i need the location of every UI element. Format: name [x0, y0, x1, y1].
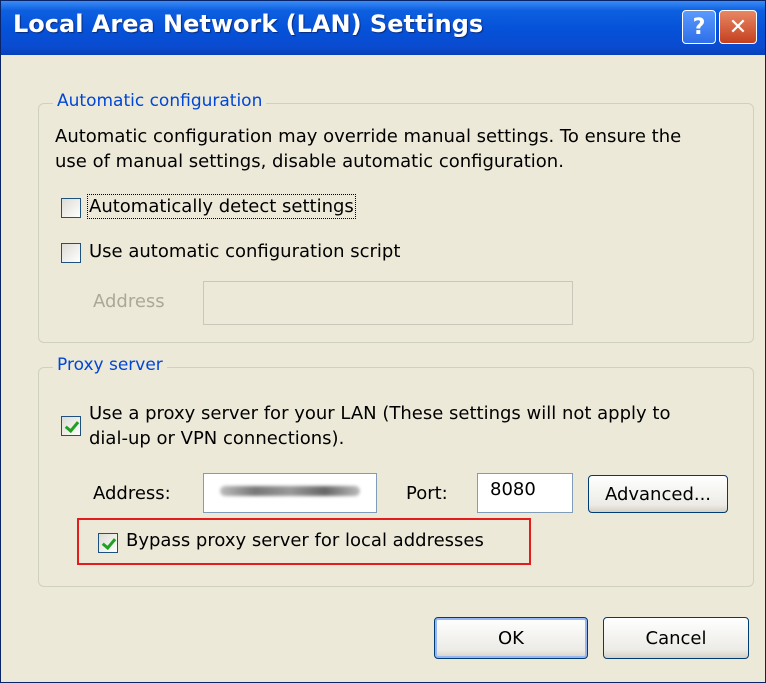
- cancel-button[interactable]: Cancel: [603, 617, 749, 659]
- close-button[interactable]: ✕: [719, 10, 757, 44]
- proxy-port-input[interactable]: 8080: [477, 473, 573, 513]
- auto-config-description-line1: Automatic configuration may override man…: [55, 126, 682, 147]
- automatic-configuration-legend: Automatic configuration: [53, 91, 267, 111]
- redacted-address-value: [220, 486, 360, 496]
- use-proxy-checkbox[interactable]: [61, 416, 81, 436]
- use-proxy-label-line2[interactable]: dial-up or VPN connections).: [89, 428, 344, 449]
- ok-button[interactable]: OK: [434, 617, 588, 659]
- close-icon: ✕: [728, 14, 748, 40]
- auto-detect-label[interactable]: Automatically detect settings: [87, 194, 356, 219]
- script-address-input[interactable]: [203, 281, 573, 325]
- title-bar[interactable]: Local Area Network (LAN) Settings ? ✕: [1, 1, 765, 55]
- proxy-address-input[interactable]: [203, 473, 377, 513]
- auto-config-script-label[interactable]: Use automatic configuration script: [89, 241, 400, 262]
- question-mark-icon: ?: [692, 14, 706, 40]
- use-proxy-label-line1[interactable]: Use a proxy server for your LAN (These s…: [89, 403, 670, 424]
- advanced-button[interactable]: Advanced...: [588, 475, 728, 513]
- auto-config-script-checkbox[interactable]: [61, 243, 81, 263]
- proxy-port-label: Port:: [406, 483, 448, 504]
- help-button[interactable]: ?: [682, 10, 716, 44]
- proxy-address-label: Address:: [93, 483, 171, 504]
- bypass-local-checkbox[interactable]: [98, 533, 118, 553]
- script-address-label: Address: [93, 291, 165, 312]
- lan-settings-dialog: Local Area Network (LAN) Settings ? ✕ Au…: [0, 0, 766, 683]
- auto-detect-checkbox[interactable]: [61, 198, 81, 218]
- proxy-server-legend: Proxy server: [53, 355, 167, 375]
- auto-config-description-line2: use of manual settings, disable automati…: [55, 151, 564, 172]
- bypass-local-label[interactable]: Bypass proxy server for local addresses: [126, 530, 484, 551]
- dialog-title: Local Area Network (LAN) Settings: [13, 10, 484, 38]
